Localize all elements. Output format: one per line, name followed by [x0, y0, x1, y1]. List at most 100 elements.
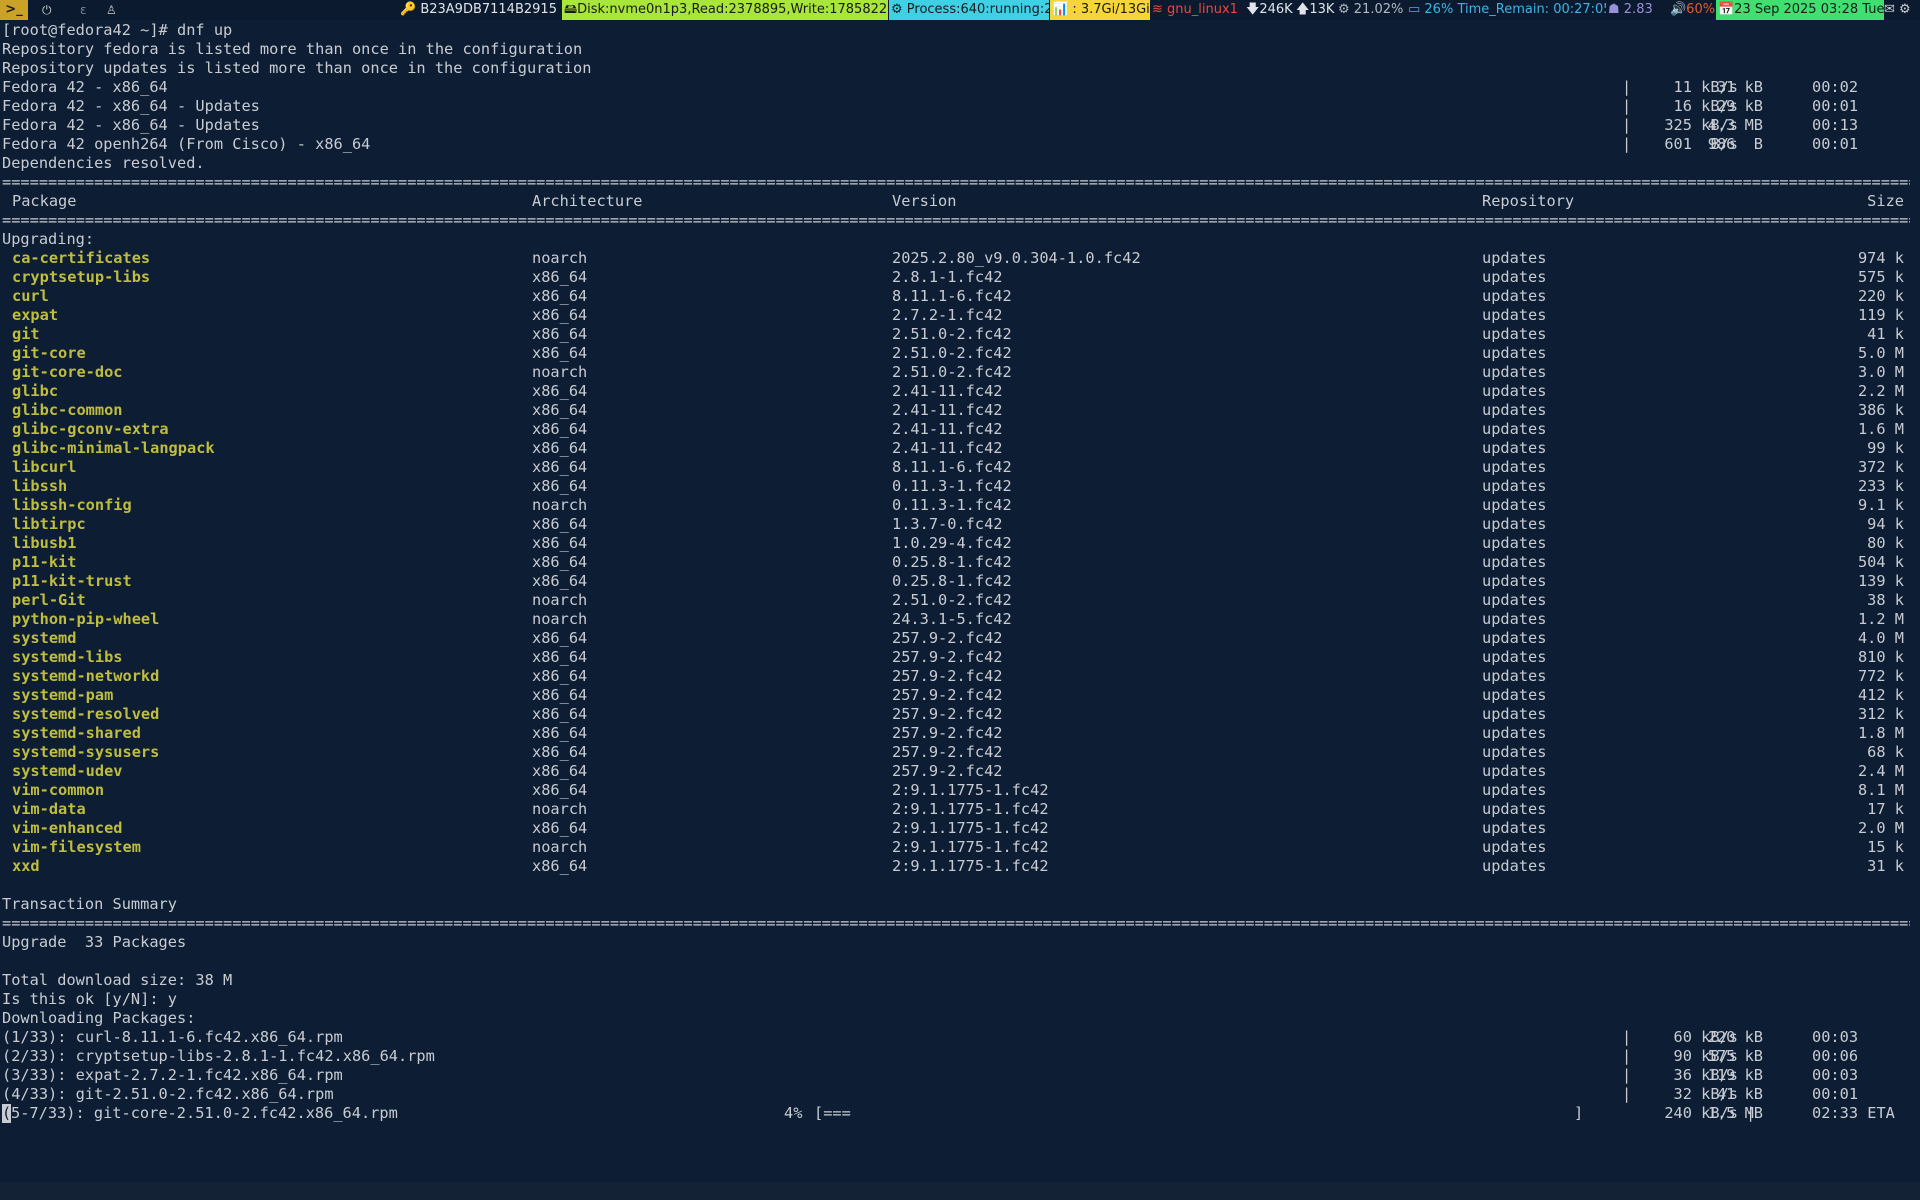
- package-size: 412 k: [1857, 686, 1904, 704]
- package-version: 257.9-2.fc42: [892, 724, 1003, 742]
- warning-line: Repository updates is listed more than o…: [2, 59, 592, 77]
- package-size: 94 k: [1867, 515, 1904, 533]
- package-repo: updates: [1482, 838, 1547, 856]
- upgrading-label: Upgrading:: [2, 230, 95, 248]
- package-size: 1.6 M: [1857, 420, 1904, 438]
- package-arch: x86_64: [532, 686, 588, 704]
- table-row: libssh-config noarch 0.11.3-1.fc42 updates 9…: [2, 496, 1912, 515]
- network-indicator: ≋ gnu_linux1: [1152, 2, 1238, 17]
- package-arch: x86_64: [532, 762, 588, 780]
- rule-line: ========================================…: [2, 914, 1910, 932]
- volume-indicator[interactable]: 🔊60%: [1668, 0, 1720, 20]
- package-repo: updates: [1482, 762, 1547, 780]
- package-version: 2.41-11.fc42: [892, 382, 1003, 400]
- package-version: 24.3.1-5.fc42: [892, 610, 1012, 628]
- progress-percent: 4%: [784, 1104, 803, 1122]
- table-row: p11-kit x86_64 0.25.8-1.fc42 updates 504 k: [2, 553, 1912, 572]
- package-size: 119 k: [1857, 306, 1904, 324]
- package-arch: x86_64: [532, 287, 588, 305]
- download-size: 41 kB: [1716, 1085, 1763, 1103]
- package-repo: updates: [1482, 268, 1547, 286]
- package-arch: x86_64: [532, 439, 588, 457]
- download-line: (2/33): cryptsetup-libs-2.8.1-1.fc42.x86…: [2, 1047, 1912, 1066]
- package-arch: x86_64: [532, 306, 588, 324]
- download-line: (3/33): expat-2.7.2-1.fc42.x86_64.rpm 36 …: [2, 1066, 1912, 1085]
- package-version: 2:9.1.1775-1.fc42: [892, 800, 1049, 818]
- repo-name: Fedora 42 openh264 (From Cisco) - x86_64: [2, 135, 371, 153]
- table-row: vim-filesystem noarch 2:9.1.1775-1.fc42 upd…: [2, 838, 1912, 857]
- package-size: 4.0 M: [1857, 629, 1904, 647]
- table-row: vim-data noarch 2:9.1.1775-1.fc42 updates 17…: [2, 800, 1912, 819]
- package-size: 386 k: [1857, 401, 1904, 419]
- package-name: git-core: [12, 344, 86, 362]
- epsilon-icon[interactable]: ε: [78, 0, 89, 20]
- package-version: 2.51.0-2.fc42: [892, 344, 1012, 362]
- package-arch: x86_64: [532, 268, 588, 286]
- package-name: libssh-config: [12, 496, 132, 514]
- table-row: glibc-minimal-langpack x86_64 2.41-11.fc42…: [2, 439, 1912, 458]
- package-name: vim-filesystem: [12, 838, 141, 856]
- package-name: glibc: [12, 382, 59, 400]
- total-size-line: Total download size: 38 M: [2, 971, 233, 989]
- package-size: 312 k: [1857, 705, 1904, 723]
- package-size: 17 k: [1867, 800, 1904, 818]
- package-name: glibc-gconv-extra: [12, 420, 169, 438]
- header-size: Size: [1867, 192, 1904, 210]
- package-repo: updates: [1482, 591, 1547, 609]
- download-file: (4/33): git-2.51.0-2.fc42.x86_64.rpm: [2, 1085, 334, 1103]
- package-version: 257.9-2.fc42: [892, 686, 1003, 704]
- tux-icon[interactable]: ♙: [104, 0, 119, 20]
- tray-icons[interactable]: ✉ ⚙: [1882, 0, 1920, 20]
- separator: |: [1622, 1085, 1632, 1103]
- table-row: libusb1 x86_64 1.0.29-4.fc42 updates 80 k: [2, 534, 1912, 553]
- package-arch: noarch: [532, 838, 588, 856]
- separator: |: [1622, 1047, 1632, 1065]
- separator: |: [1622, 1066, 1632, 1084]
- package-repo: updates: [1482, 287, 1547, 305]
- package-name: vim-data: [12, 800, 86, 818]
- package-repo: updates: [1482, 439, 1547, 457]
- package-size: 99 k: [1867, 439, 1904, 457]
- table-row: systemd-sysusers x86_64 257.9-2.fc42 update…: [2, 743, 1912, 762]
- package-repo: updates: [1482, 686, 1547, 704]
- package-repo: updates: [1482, 857, 1547, 875]
- repo-name: Fedora 42 - x86_64: [2, 78, 168, 96]
- package-name: cryptsetup-libs: [12, 268, 151, 286]
- launcher-button[interactable]: >_: [0, 0, 28, 20]
- table-row: p11-kit-trust x86_64 0.25.8-1.fc42 updates 1…: [2, 572, 1912, 591]
- package-size: 810 k: [1857, 648, 1904, 666]
- package-size: 15 k: [1867, 838, 1904, 856]
- progress-bar: [===: [814, 1104, 851, 1122]
- table-row: git-core x86_64 2.51.0-2.fc42 updates 5.0 M: [2, 344, 1912, 363]
- download-size: 220 kB: [1707, 1028, 1763, 1046]
- status-bar: >_ ⏻ ε ♙ 🔑 B23A9DB7114B2915 🖴Disk:nvme0n…: [0, 0, 1920, 20]
- package-repo: updates: [1482, 743, 1547, 761]
- package-name: curl: [12, 287, 49, 305]
- current-download-line: ( 5-7/33): git-core-2.51.0-2.fc42.x86_64…: [2, 1104, 1912, 1123]
- package-repo: updates: [1482, 819, 1547, 837]
- repo-load-line: Fedora 42 - x86_64 11 kB/s | 31 kB 00:02: [2, 78, 1912, 97]
- package-name: ca-certificates: [12, 249, 151, 267]
- package-size: 772 k: [1857, 667, 1904, 685]
- power-icon[interactable]: ⏻: [40, 0, 54, 20]
- package-arch: x86_64: [532, 401, 588, 419]
- package-size: 575 k: [1857, 268, 1904, 286]
- package-name: p11-kit-trust: [12, 572, 132, 590]
- package-arch: noarch: [532, 496, 588, 514]
- download-line: (1/33): curl-8.11.1-6.fc42.x86_64.rpm 60 …: [2, 1028, 1912, 1047]
- package-version: 2.41-11.fc42: [892, 401, 1003, 419]
- download-time: 00:03: [1812, 1066, 1859, 1084]
- upload-rate: 🡅13K: [1296, 2, 1335, 17]
- package-repo: updates: [1482, 610, 1547, 628]
- package-repo: updates: [1482, 515, 1547, 533]
- package-repo: updates: [1482, 705, 1547, 723]
- table-row: libcurl x86_64 8.11.1-6.fc42 updates 372 k: [2, 458, 1912, 477]
- package-arch: x86_64: [532, 629, 588, 647]
- progress-bar-end: ]: [1574, 1104, 1584, 1122]
- repo-load-line: Fedora 42 openh264 (From Cisco) - x86_64…: [2, 135, 1912, 154]
- table-row: perl-Git noarch 2.51.0-2.fc42 updates 38 k: [2, 591, 1912, 610]
- terminal-window[interactable]: [root@fedora42 ~]# dnf up Repository fed…: [2, 21, 1912, 1178]
- package-arch: x86_64: [532, 781, 588, 799]
- table-row: systemd-pam x86_64 257.9-2.fc42 updates 412 …: [2, 686, 1912, 705]
- table-row: python-pip-wheel noarch 24.3.1-5.fc42 updat…: [2, 610, 1912, 629]
